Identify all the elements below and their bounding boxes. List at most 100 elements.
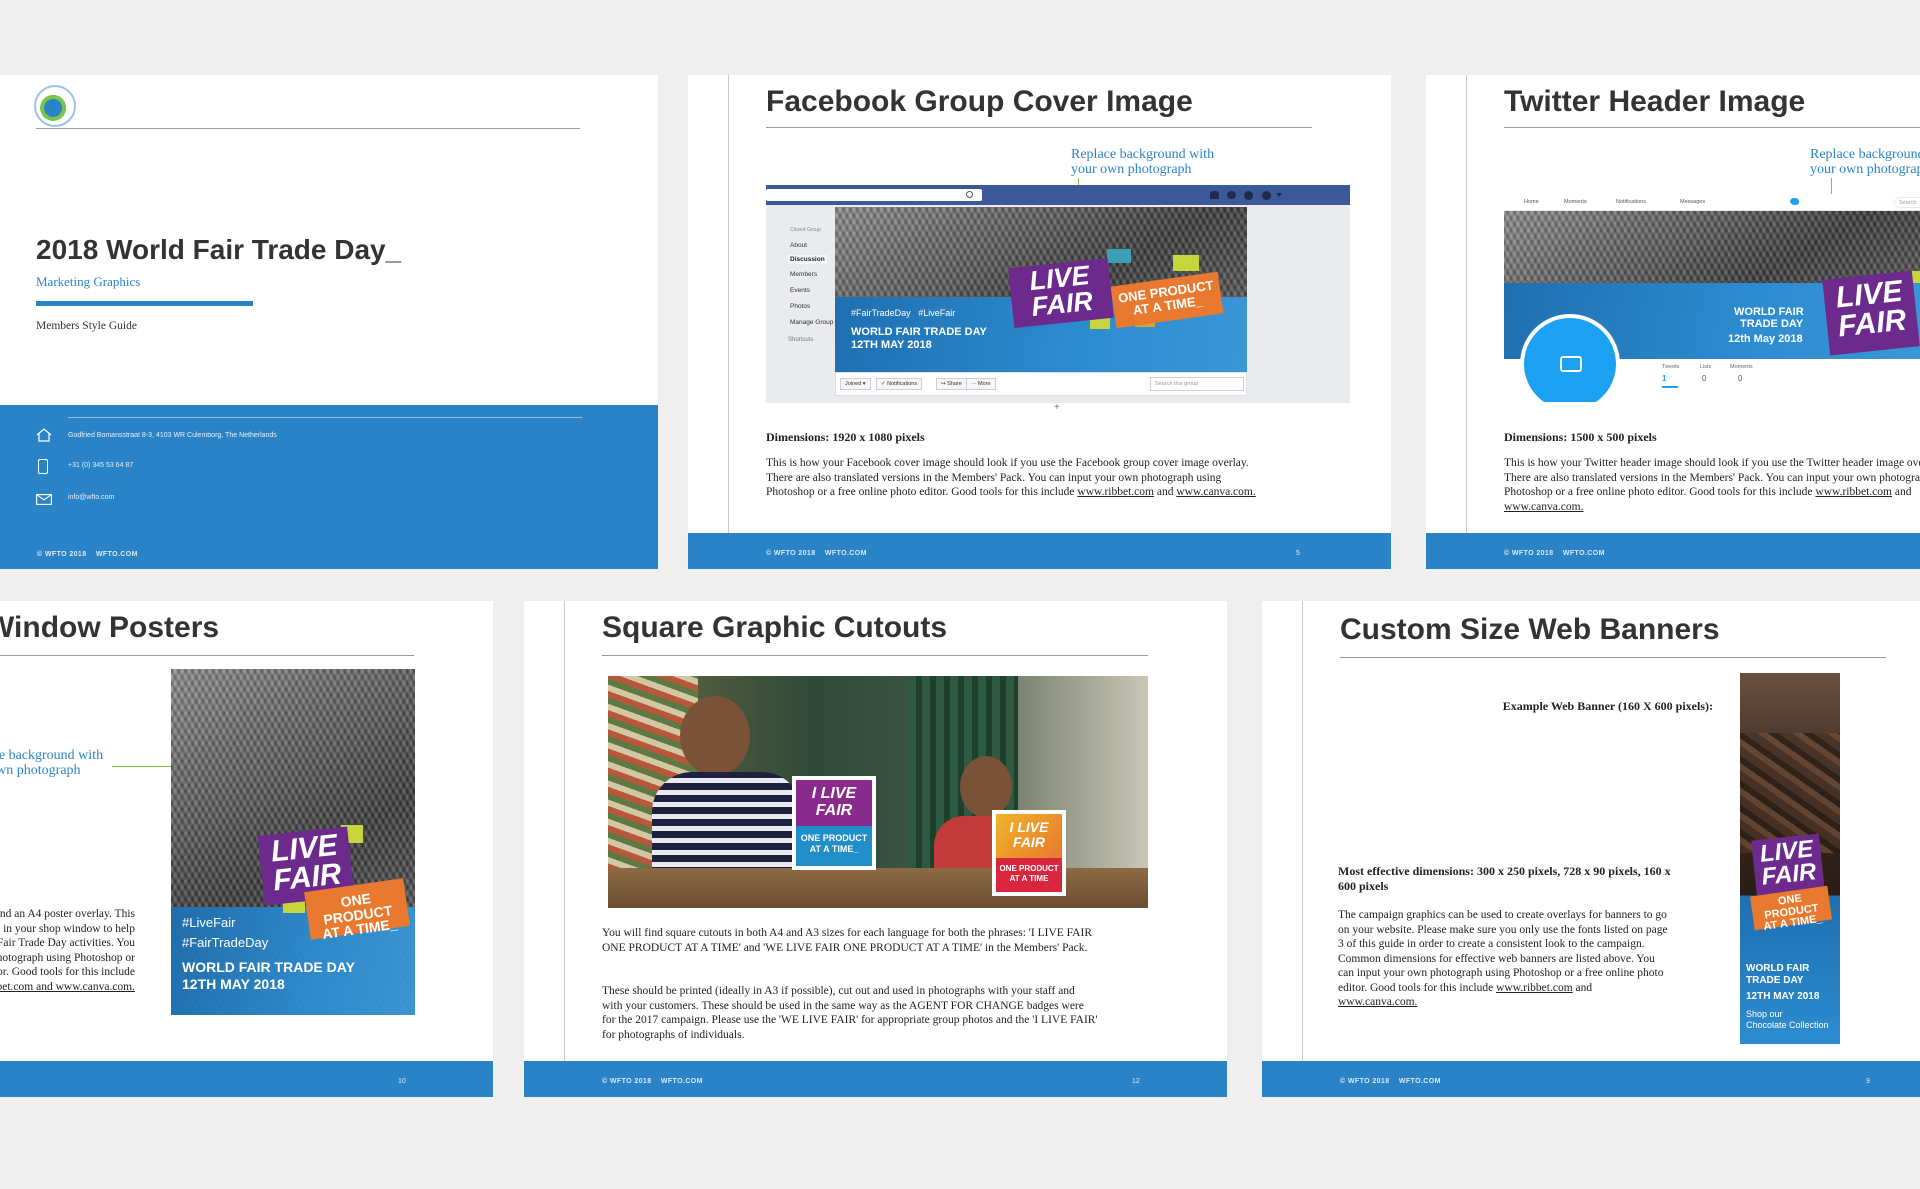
canva-link[interactable]: www.canva.com. <box>1176 486 1255 498</box>
twitter-bird-icon <box>1790 198 1799 205</box>
window-event-line1: WORLD FAIR TRADE DAY <box>182 959 355 975</box>
cover-title: 2018 World Fair Trade Day_ <box>36 234 402 265</box>
square-title: Square Graphic Cutouts <box>602 611 948 644</box>
twitter-event-line2: TRADE DAY <box>1740 318 1804 330</box>
more-button[interactable]: ··· More <box>966 378 996 390</box>
ribbet-link[interactable]: www.ribbet.com <box>1496 982 1573 994</box>
twitter-navbar: Home Moments Notifications Messages Sear… <box>1504 194 1920 211</box>
tweets-count[interactable]: 1 <box>1662 374 1666 383</box>
sidebar-item-closed-group: Closed Group <box>790 227 821 233</box>
facebook-note: Replace background with your own photogra… <box>1071 147 1215 177</box>
plus-icon: + <box>1054 402 1060 413</box>
joined-button[interactable]: Joined ▾ <box>840 378 871 390</box>
banner-event-line1: WORLD FAIR <box>1746 963 1810 974</box>
cutout-card-1: I LIVE FAIR ONE PRODUCT AT A TIME_ <box>792 776 876 870</box>
banners-example-label: Example Web Banner (160 X 600 pixels): <box>1502 699 1713 713</box>
messages-icon[interactable] <box>1227 191 1236 199</box>
twitter-nav-messages[interactable]: Messages <box>1680 199 1705 205</box>
banner-event-line2: TRADE DAY <box>1746 975 1804 986</box>
facebook-description: This is how your Facebook cover image sh… <box>766 457 1256 498</box>
lists-count[interactable]: 0 <box>1702 374 1706 383</box>
square-paragraph-1: You will find square cutouts in both A4 … <box>602 927 1092 954</box>
twitter-event-line1: WORLD FAIR <box>1734 306 1804 318</box>
square-footer: © WFTO 2018 WFTO.COM 12 <box>524 1061 1227 1097</box>
facebook-event-line1: WORLD FAIR TRADE DAY <box>851 326 987 338</box>
ribbet-link[interactable]: www.ribbet.com <box>1077 486 1154 498</box>
canva-link[interactable]: www.canva.com. <box>1504 501 1583 513</box>
facebook-footer: © WFTO 2018 WFTO.COM 5 <box>688 533 1391 569</box>
facebook-search-input[interactable] <box>766 189 982 201</box>
facebook-live-fair-graphic: LIVE FAIR <box>1008 257 1114 329</box>
twitter-stats: Tweets 1 Lists 0 Moments 0 <box>1662 364 1920 402</box>
twitter-dimensions: Dimensions: 1500 x 500 pixels <box>1504 430 1657 444</box>
ribbet-link[interactable]: www.ribbet.com <box>1815 486 1892 498</box>
twitter-description: This is how your Twitter header image sh… <box>1504 457 1920 513</box>
twitter-page: Twitter Header Image Replace background … <box>1426 75 1920 569</box>
banner-date: 12TH MAY 2018 <box>1746 991 1820 1002</box>
facebook-sidebar: Closed Group About Discussion Members Ev… <box>766 205 836 403</box>
twitter-live-fair-graphic: LIVE FAIR <box>1822 270 1920 356</box>
facebook-action-bar: Joined ▾ ✓ Notifications ↪ Share ··· Mor… <box>835 372 1247 396</box>
sidebar-item-about[interactable]: About <box>790 242 807 249</box>
twitter-footer: © WFTO 2018 WFTO.COM <box>1426 533 1920 569</box>
window-hashtag-2: #FairTradeDay <box>182 935 269 950</box>
sidebar-item-photos[interactable]: Photos <box>790 303 810 310</box>
canva-link[interactable]: www.canva.com. <box>1338 996 1417 1008</box>
banner-shop-line1[interactable]: Shop our <box>1746 1009 1783 1019</box>
square-paragraph-2: These should be printed (ideally in A3 i… <box>602 985 1098 1041</box>
friends-icon[interactable] <box>1210 191 1219 199</box>
window-event-line2: 12TH MAY 2018 <box>182 976 285 992</box>
cover-guide-label: Members Style Guide <box>36 320 137 332</box>
home-icon <box>36 427 52 443</box>
notifications-button[interactable]: ✓ Notifications <box>876 378 923 390</box>
sidebar-item-discussion[interactable]: Discussion <box>788 255 827 264</box>
cover-phone: +31 (0) 345 53 64 87 <box>68 462 134 469</box>
facebook-event-line2: 12TH MAY 2018 <box>851 339 932 351</box>
sidebar-item-events[interactable]: Events <box>790 287 810 294</box>
camera-icon[interactable] <box>1560 356 1582 372</box>
window-description: You will find an A4 poster overlay. This… <box>0 908 135 993</box>
cover-accent-bar <box>36 301 253 306</box>
cover-footer-text: © WFTO 2018 WFTO.COM <box>37 551 138 558</box>
twitter-mockup: Home Moments Notifications Messages Sear… <box>1504 194 1920 402</box>
facebook-topbar <box>766 185 1350 205</box>
example-web-banner: LIVE FAIR ONE PRODUCT AT A TIME_ WORLD FAI… <box>1740 673 1840 1044</box>
search-icon[interactable] <box>966 191 973 198</box>
facebook-hashtags: #FairTradeDay #LiveFair <box>851 308 956 318</box>
twitter-nav-home[interactable]: Home <box>1524 199 1539 205</box>
banners-description: The campaign graphics can be used to cre… <box>1338 909 1668 1008</box>
twitter-search-input[interactable]: Search <box>1894 197 1920 208</box>
banners-footer: © WFTO 2018 WFTO.COM 9 <box>1262 1061 1920 1097</box>
help-icon[interactable] <box>1262 191 1271 200</box>
square-photo: I LIVE FAIR ONE PRODUCT AT A TIME_ I LIVE F… <box>608 676 1148 908</box>
cover-address: Godfried Bomansstraat 8-3, 4103 WR Culem… <box>68 432 277 439</box>
wfto-logo-icon <box>34 85 76 127</box>
chevron-down-icon[interactable] <box>1276 193 1282 197</box>
sidebar-item-manage-group[interactable]: Manage Group <box>790 319 833 326</box>
group-search-input[interactable]: Search this group <box>1150 377 1244 391</box>
banners-most-effective: Most effective dimensions: 300 x 250 pix… <box>1338 864 1671 893</box>
twitter-nav-moments[interactable]: Moments <box>1564 199 1587 205</box>
web-banners-page: Custom Size Web Banners Example Web Bann… <box>1262 601 1920 1097</box>
globe-icon[interactable] <box>1244 191 1253 200</box>
facebook-title: Facebook Group Cover Image <box>766 85 1193 118</box>
window-footer: 10 <box>0 1061 493 1097</box>
window-title: Window Posters <box>0 611 220 644</box>
window-posters-page: Window Posters Replace background withyo… <box>0 601 493 1097</box>
cover-email: info@wfto.com <box>68 494 115 501</box>
twitter-event-date: 12th May 2018 <box>1728 333 1803 345</box>
moments-count[interactable]: 0 <box>1738 374 1742 383</box>
twitter-title: Twitter Header Image <box>1504 85 1806 118</box>
phone-icon <box>38 459 48 474</box>
facebook-page: Facebook Group Cover Image Replace backg… <box>688 75 1391 569</box>
cover-footer: Godfried Bomansstraat 8-3, 4103 WR Culem… <box>0 405 658 569</box>
facebook-mockup: Closed Group About Discussion Members Ev… <box>766 185 1350 403</box>
cover-page: 2018 World Fair Trade Day_ Marketing Gra… <box>0 75 658 569</box>
window-hashtag-1: #LiveFair <box>182 915 236 930</box>
window-note: Replace background withyour own photogra… <box>0 748 104 778</box>
sidebar-item-members[interactable]: Members <box>790 271 817 278</box>
twitter-nav-notifications[interactable]: Notifications <box>1616 199 1646 205</box>
share-button[interactable]: ↪ Share <box>936 378 967 390</box>
banner-shop-line2[interactable]: Chocolate Collection <box>1746 1020 1829 1030</box>
cutout-card-2: I LIVE FAIR ONE PRODUCT AT A TIME <box>992 810 1066 896</box>
